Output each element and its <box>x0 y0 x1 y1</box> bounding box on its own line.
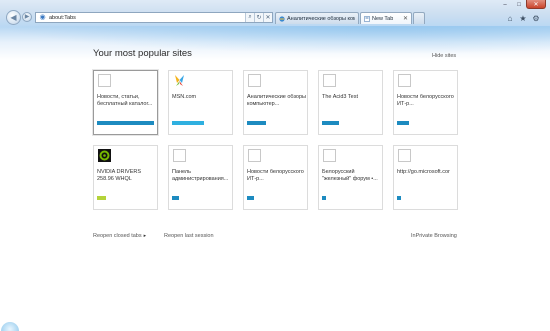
site-tile-title: Аналитические обзоры компьютер... <box>247 94 306 107</box>
tab-label: Аналитические обзоры ком... <box>287 15 355 22</box>
page-icon: ◉ <box>39 14 46 21</box>
close-window-button[interactable]: ✕ <box>526 0 546 9</box>
reopen-last-session-link[interactable]: Reopen last session <box>164 233 214 239</box>
site-favicon-icon <box>323 149 336 162</box>
tab-new-tab[interactable]: New Tab ✕ <box>360 12 412 24</box>
magnifier-icon: ⌕ <box>248 14 252 20</box>
hide-sites-link[interactable]: Hide sites <box>432 53 456 59</box>
site-tile-title: NVIDIA DRIVERS 258.96 WHQL <box>97 169 142 182</box>
site-tile-title: Панель администрирования... <box>172 169 229 182</box>
back-arrow-icon: ◀ <box>10 12 17 22</box>
site-tile[interactable]: Новости белорусского ИТ-р... <box>393 70 458 135</box>
close-tab-icon[interactable]: ✕ <box>403 15 408 22</box>
visit-frequency-bar <box>397 196 401 200</box>
tools-button[interactable]: ⚙ <box>531 13 541 23</box>
minimize-icon: – <box>503 1 507 8</box>
address-bar[interactable]: ◉ about:Tabs ⌕ ↻ ✕ <box>35 12 273 23</box>
site-tile[interactable]: MSN.com <box>168 70 233 135</box>
dropdown-caret-icon: ▸ <box>143 233 147 239</box>
site-tile[interactable]: Белорусский "железный" форум •... <box>318 145 383 210</box>
favorites-icon: ★ <box>519 13 527 23</box>
new-tab-page-icon <box>364 15 370 22</box>
refresh-icon: ↻ <box>256 15 262 21</box>
site-tile-title: Новости белорусского ИТ-р... <box>397 94 454 107</box>
visit-frequency-bar <box>247 121 266 125</box>
reopen-closed-tabs-label: Reopen closed tabs <box>93 233 142 239</box>
address-input[interactable]: about:Tabs <box>47 15 245 21</box>
maximize-icon: □ <box>517 1 521 8</box>
minimize-button[interactable]: – <box>498 0 512 9</box>
new-tab-button[interactable] <box>413 12 425 24</box>
site-tile[interactable]: Новости, статьи, бесплатный каталог... <box>93 70 158 135</box>
site-tile[interactable]: http://go.microsoft.cor <box>393 145 458 210</box>
site-tile-title: MSN.com <box>172 94 197 100</box>
site-tile-title: Новости белорусского ИТ-р... <box>247 169 304 182</box>
visit-frequency-bar <box>247 196 254 200</box>
refresh-button[interactable]: ↻ <box>254 13 263 22</box>
visit-frequency-bar <box>397 121 409 125</box>
site-tile-title: The Acid3 Test <box>322 94 358 100</box>
site-favicon-icon <box>173 149 186 162</box>
visit-frequency-bar <box>322 121 339 125</box>
visit-frequency-bar <box>172 196 179 200</box>
site-tile[interactable]: NVIDIA DRIVERS 258.96 WHQL <box>93 145 158 210</box>
site-favicon-icon <box>98 149 111 162</box>
stop-icon: ✕ <box>265 15 271 21</box>
site-favicon-icon <box>98 74 111 87</box>
visit-frequency-bar <box>97 121 154 125</box>
site-tile-title: http://go.microsoft.cor <box>397 169 450 175</box>
home-button[interactable]: ⌂ <box>505 13 515 23</box>
maximize-button[interactable]: □ <box>512 0 526 9</box>
site-favicon-icon <box>323 74 336 87</box>
site-tile[interactable]: Аналитические обзоры компьютер... <box>243 70 308 135</box>
site-favicon-icon <box>248 149 261 162</box>
forward-arrow-icon: ▶ <box>24 14 30 20</box>
stop-button[interactable]: ✕ <box>263 13 272 22</box>
start-orb-icon[interactable] <box>1 322 19 331</box>
site-tile-title: Белорусский "железный" форум •... <box>322 169 378 182</box>
favorites-button[interactable]: ★ <box>518 13 528 23</box>
site-tile-title: Новости, статьи, бесплатный каталог... <box>97 94 153 107</box>
msn-butterfly-icon <box>175 75 184 86</box>
visit-frequency-bar <box>97 196 106 200</box>
visit-frequency-bar <box>172 121 204 125</box>
gear-icon: ⚙ <box>532 13 540 23</box>
forward-button[interactable]: ▶ <box>22 12 32 22</box>
site-favicon-icon <box>398 74 411 87</box>
site-favicon-icon <box>398 149 411 162</box>
visit-frequency-bar <box>322 196 326 200</box>
reopen-closed-tabs-link[interactable]: Reopen closed tabs ▸ <box>93 233 146 239</box>
site-tile[interactable]: Новости белорусского ИТ-р... <box>243 145 308 210</box>
inprivate-browsing-link[interactable]: InPrivate Browsing <box>411 233 457 239</box>
home-icon: ⌂ <box>507 13 513 23</box>
ie-page-icon <box>279 15 285 22</box>
site-favicon-icon <box>248 74 261 87</box>
tab-label: New Tab <box>372 15 394 22</box>
site-tile[interactable]: Панель администрирования... <box>168 145 233 210</box>
browser-chrome <box>0 0 550 60</box>
site-favicon-icon <box>173 74 186 87</box>
close-icon: ✕ <box>533 1 539 8</box>
page-title: Your most popular sites <box>93 48 192 59</box>
back-button[interactable]: ◀ <box>6 10 21 25</box>
tab-analytics[interactable]: Аналитические обзоры ком... <box>275 12 359 24</box>
search-dropdown-button[interactable]: ⌕ <box>245 13 254 22</box>
site-tile[interactable]: The Acid3 Test <box>318 70 383 135</box>
nvidia-logo-icon <box>98 149 111 162</box>
